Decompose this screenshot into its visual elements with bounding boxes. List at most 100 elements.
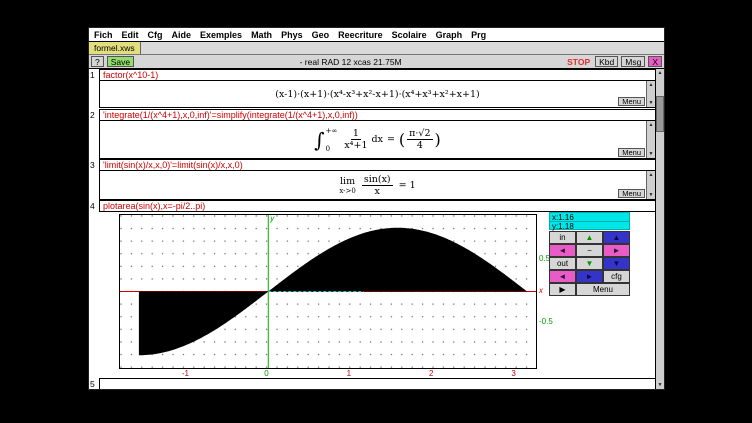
kbd-button[interactable]: Kbd xyxy=(595,56,618,67)
zoom-out-button[interactable]: out xyxy=(549,257,576,270)
pan-down-icon[interactable]: ▼ xyxy=(576,257,603,270)
pan-up-z-icon[interactable]: ▲ xyxy=(603,231,630,244)
level-number: 3 xyxy=(90,160,99,170)
right-paren: ) xyxy=(435,130,441,149)
entry-2: 2 'integrate(1/(x^4+1),x,0,inf)'=simplif… xyxy=(89,109,656,159)
menu-math[interactable]: Math xyxy=(251,30,272,40)
stop-button[interactable]: STOP xyxy=(567,57,590,67)
result-3-scrollbar[interactable]: ▲ ▼ xyxy=(646,171,655,199)
status-text: - real RAD 12 xcas 21.75M xyxy=(137,57,564,67)
menu-graph[interactable]: Graph xyxy=(436,30,463,40)
plot-block: y x 0.5 -0.5 -1 0 1 2 3 x:1 xyxy=(89,212,656,378)
x-tick-2: 2 xyxy=(429,369,433,378)
menu-prg[interactable]: Prg xyxy=(471,30,486,40)
help-button[interactable]: ? xyxy=(91,56,104,67)
result-2-scrollbar[interactable]: ▲ ▼ xyxy=(646,121,655,158)
menu-geo[interactable]: Geo xyxy=(312,30,330,40)
msg-button[interactable]: Msg xyxy=(621,56,645,67)
session-area: 1 factor(x^10-1) (x-1)·(x+1)·(x⁴-x³+x²-x… xyxy=(89,69,664,389)
lim-subscript: x->0 xyxy=(339,187,356,195)
entry-1: 1 factor(x^10-1) (x-1)·(x+1)·(x⁴-x³+x²-x… xyxy=(89,69,656,109)
scroll-down-icon[interactable]: ▼ xyxy=(649,150,654,158)
entry-4: 4 plotarea(sin(x),x=-pi/2..pi) xyxy=(89,200,656,378)
pan-right-icon[interactable]: ► xyxy=(603,244,630,257)
entries: 1 factor(x^10-1) (x-1)·(x+1)·(x⁴-x³+x²-x… xyxy=(89,69,656,389)
limit-denominator: x xyxy=(373,186,382,197)
pan-down-z-icon[interactable]: ▼ xyxy=(603,257,630,270)
scrollbar-thumb[interactable] xyxy=(656,96,664,132)
menu-fich[interactable]: Fich xyxy=(94,30,113,40)
graph-menu-button[interactable]: Menu xyxy=(576,283,630,296)
scroll-up-icon[interactable]: ▲ xyxy=(649,81,654,89)
command-input-1[interactable]: factor(x^10-1) xyxy=(99,69,656,81)
limit-numerator: sin(x) xyxy=(362,174,393,186)
tab-formel-xws[interactable]: formel.xws xyxy=(89,42,141,54)
integral-lower: 0 xyxy=(326,145,338,153)
close-button[interactable]: X xyxy=(648,56,662,67)
integrand-fraction: 1 x⁴+1 xyxy=(342,128,369,151)
result-2-expression: ∫ +∞ 0 1 x⁴+1 dx = ( xyxy=(314,127,441,153)
x-tick-row: -1 0 1 2 3 xyxy=(119,369,535,378)
tab-row: formel.xws xyxy=(89,42,664,55)
result-2-menu-button[interactable]: Menu xyxy=(618,148,645,157)
save-button[interactable]: Save xyxy=(107,56,134,67)
scroll-up-icon[interactable]: ▲ xyxy=(658,69,663,77)
x-tick-0: 0 xyxy=(264,369,268,378)
integrand-numerator: 1 xyxy=(351,128,361,140)
scroll-down-icon[interactable]: ▼ xyxy=(658,381,663,389)
menu-aide[interactable]: Aide xyxy=(172,30,192,40)
command-input-2[interactable]: 'integrate(1/(x^4+1),x,0,inf)'=simplify(… xyxy=(99,109,656,121)
result-1-expression: (x-1)·(x+1)·(x⁴-x³+x²-x+1)·(x⁴+x³+x²+x+1… xyxy=(275,89,480,100)
session-scrollbar[interactable]: ▲ ▼ xyxy=(655,69,664,389)
result-1-menu-button[interactable]: Menu xyxy=(618,97,645,106)
menu-exemples[interactable]: Exemples xyxy=(200,30,242,40)
rotate-right-icon[interactable]: ► xyxy=(576,270,603,283)
command-input-4[interactable]: plotarea(sin(x),x=-pi/2..pi) xyxy=(99,200,656,212)
lim-word: lim xyxy=(340,176,355,187)
level-number: 2 xyxy=(90,110,99,120)
pan-left-icon[interactable]: ◄ xyxy=(549,244,576,257)
graph-buttons: in ▲ ▲ ◄ − ► out ▼ ▼ ◄ ► xyxy=(549,231,630,296)
x-tick--1: -1 xyxy=(182,369,189,378)
y-axis-label: y xyxy=(270,214,274,223)
x-tick-1: 1 xyxy=(347,369,351,378)
level-number: 1 xyxy=(90,70,99,80)
zoom-in-button[interactable]: in xyxy=(549,231,576,244)
entry-5: 5 xyxy=(89,378,656,389)
sine-area-plot[interactable] xyxy=(120,215,536,368)
command-input-5[interactable] xyxy=(99,378,656,389)
scroll-down-icon[interactable]: ▼ xyxy=(649,99,654,107)
scroll-up-icon[interactable]: ▲ xyxy=(649,121,654,129)
menu-cfg[interactable]: Cfg xyxy=(148,30,163,40)
menubar: Fich Edit Cfg Aide Exemples Math Phys Ge… xyxy=(89,28,664,42)
menu-reecriture[interactable]: Reecriture xyxy=(338,30,383,40)
x-tick-3: 3 xyxy=(511,369,515,378)
menu-phys[interactable]: Phys xyxy=(281,30,303,40)
screen: Fich Edit Cfg Aide Exemples Math Phys Ge… xyxy=(0,0,752,423)
play-button[interactable]: ▶ xyxy=(549,283,576,296)
entry-3: 3 'limit(sin(x)/x,x,0)'=limit(sin(x)/x,x… xyxy=(89,159,656,200)
cursor-x-readout: x:1.16 xyxy=(549,212,630,221)
cfg-button[interactable]: cfg xyxy=(603,270,630,283)
equals-sign: = xyxy=(387,134,395,145)
level-number: 5 xyxy=(90,379,99,389)
scroll-up-icon[interactable]: ▲ xyxy=(649,171,654,179)
result-denominator: 4 xyxy=(415,140,425,151)
cursor-y-readout: y:1.18 xyxy=(549,221,630,230)
scroll-down-icon[interactable]: ▼ xyxy=(649,191,654,199)
minus-button[interactable]: − xyxy=(576,244,603,257)
plot-canvas[interactable] xyxy=(119,214,537,369)
result-2: ∫ +∞ 0 1 x⁴+1 dx = ( xyxy=(99,121,656,159)
y-tick-neg05: -0.5 xyxy=(539,317,553,326)
menu-scolaire[interactable]: Scolaire xyxy=(392,30,427,40)
integral-sign: ∫ xyxy=(314,130,324,150)
menu-edit[interactable]: Edit xyxy=(122,30,139,40)
pan-up-icon[interactable]: ▲ xyxy=(576,231,603,244)
dx-symbol: dx xyxy=(372,134,383,145)
result-fraction: π·√2 4 xyxy=(407,128,432,151)
result-3-expression: lim x->0 sin(x) x = 1 xyxy=(339,174,415,197)
result-1-scrollbar[interactable]: ▲ ▼ xyxy=(646,81,655,107)
command-input-3[interactable]: 'limit(sin(x)/x,x,0)'=limit(sin(x)/x,x,0… xyxy=(99,159,656,171)
rotate-left-icon[interactable]: ◄ xyxy=(549,270,576,283)
result-3-menu-button[interactable]: Menu xyxy=(618,189,645,198)
